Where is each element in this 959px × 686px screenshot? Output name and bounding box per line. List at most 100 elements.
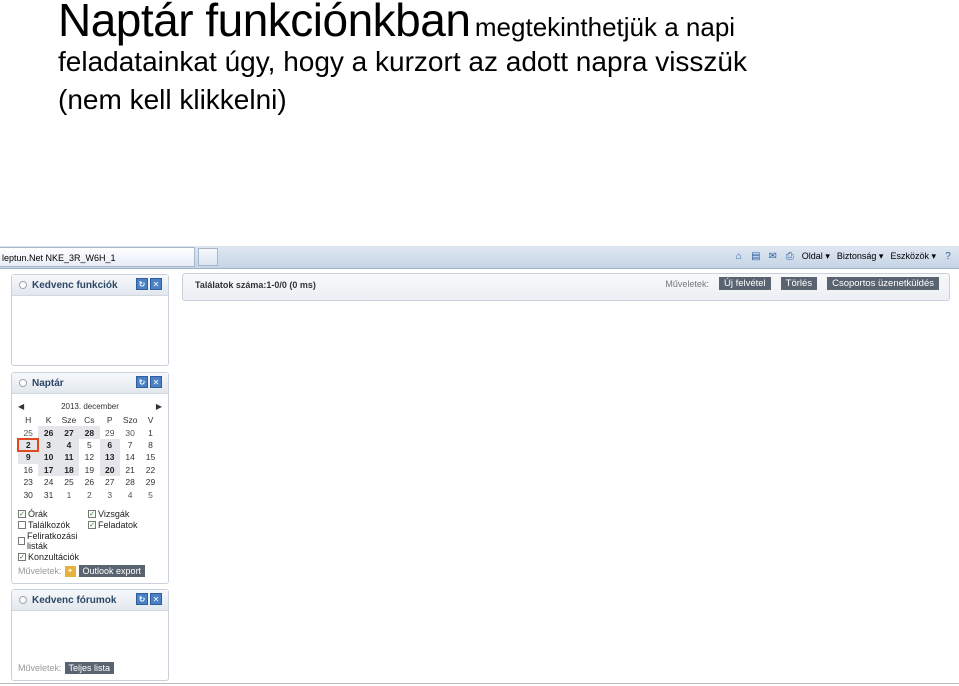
print-icon[interactable]: ⎙ bbox=[783, 249, 797, 263]
calendar-panel: Naptár ↻ ✕ ◀ 2013. december ▶ H K Sze Cs P Sz… bbox=[11, 372, 169, 584]
calendar-day[interactable]: 19 bbox=[79, 464, 99, 476]
calendar-grid: H K Sze Cs P Szo V 25 26 27 28 29 30 1 2 3 4 5 6 7 8 9 10 11 12 1… bbox=[16, 414, 161, 501]
title-big: Naptár funkciónkban bbox=[58, 0, 471, 46]
calendar-day[interactable]: 18 bbox=[58, 463, 80, 476]
calendar-day[interactable]: 4 bbox=[58, 438, 80, 452]
weekday-header: V bbox=[147, 415, 154, 426]
calendar-day[interactable]: 8 bbox=[140, 439, 160, 451]
filter-checkbox[interactable]: ✓ Órák bbox=[18, 509, 88, 519]
forums-panel-title: Kedvenc fórumok bbox=[32, 594, 117, 606]
calendar-day[interactable]: 3 bbox=[100, 488, 120, 500]
close-icon[interactable]: ✕ bbox=[150, 376, 162, 388]
checkbox-checked-icon[interactable]: ✓ bbox=[88, 520, 96, 529]
calendar-day[interactable]: 3 bbox=[38, 438, 59, 452]
calendar-day[interactable]: 25 bbox=[18, 426, 38, 438]
ops-label: Műveletek: bbox=[18, 566, 62, 576]
filter-label: Vizsgák bbox=[98, 508, 130, 519]
full-list-button[interactable]: Teljes lista bbox=[64, 662, 115, 674]
calendar-day[interactable]: 21 bbox=[120, 464, 140, 476]
menu-security[interactable]: Biztonság ▾ bbox=[835, 251, 886, 262]
help-icon[interactable]: ? bbox=[941, 249, 955, 263]
calendar-panel-title: Naptár bbox=[32, 377, 64, 389]
calendar-day[interactable]: 7 bbox=[120, 439, 140, 451]
calendar-day[interactable]: 30 bbox=[120, 426, 140, 438]
calendar-day[interactable]: 27 bbox=[58, 426, 80, 439]
refresh-icon[interactable]: ↻ bbox=[136, 593, 148, 605]
favorites-panel-header: Kedvenc funkciók ↻ ✕ bbox=[12, 275, 168, 296]
title-small: megtekinthetjük a napi bbox=[474, 12, 736, 42]
browser-tab[interactable]: leptun.Net NKE_3R_W6H_1 bbox=[0, 247, 195, 267]
divider bbox=[0, 683, 959, 684]
title-line-2: feladatainkat úgy, hogy a kurzort az ado… bbox=[58, 46, 747, 77]
calendar-day[interactable]: 26 bbox=[38, 426, 59, 439]
calendar-day[interactable]: 16 bbox=[18, 464, 38, 476]
checkbox-checked-icon[interactable]: ✓ bbox=[88, 509, 96, 518]
filter-checkbox[interactable]: Találkozók bbox=[18, 520, 88, 530]
filter-checkbox[interactable]: Feliratkozási listák bbox=[18, 531, 88, 551]
calendar-day[interactable]: 11 bbox=[58, 451, 80, 464]
calendar-day[interactable]: 29 bbox=[100, 426, 120, 438]
calendar-day[interactable]: 4 bbox=[120, 488, 140, 500]
calendar-day[interactable]: 15 bbox=[140, 451, 160, 463]
calendar-day[interactable]: 5 bbox=[79, 439, 99, 451]
refresh-icon[interactable]: ↻ bbox=[136, 278, 148, 290]
prev-month-icon[interactable]: ◀ bbox=[18, 402, 24, 411]
calendar-day[interactable]: 13 bbox=[99, 451, 120, 464]
menu-tools[interactable]: Eszközök ▾ bbox=[888, 251, 938, 262]
calendar-day[interactable]: 6 bbox=[99, 438, 120, 452]
filter-label: Találkozók bbox=[28, 519, 71, 530]
delete-button[interactable]: Törlés bbox=[780, 277, 818, 290]
calendar-day[interactable]: 28 bbox=[79, 426, 100, 439]
home-icon[interactable]: ⌂ bbox=[732, 249, 746, 263]
calendar-day-highlighted[interactable]: 2 bbox=[16, 437, 40, 453]
calendar-day[interactable]: 2 bbox=[79, 488, 99, 500]
checkbox-empty-icon[interactable] bbox=[18, 536, 25, 545]
checkbox-empty-icon[interactable] bbox=[18, 520, 26, 529]
feed-icon[interactable]: ▤ bbox=[749, 249, 763, 263]
outlook-export-button[interactable]: Outlook export bbox=[78, 565, 146, 577]
calendar-day[interactable]: 5 bbox=[140, 488, 160, 500]
refresh-icon[interactable]: ↻ bbox=[136, 376, 148, 388]
new-record-button[interactable]: Új felvétel bbox=[718, 277, 771, 290]
next-month-icon[interactable]: ▶ bbox=[156, 402, 162, 411]
close-icon[interactable]: ✕ bbox=[150, 278, 162, 290]
calendar-day[interactable]: 10 bbox=[38, 451, 59, 464]
calendar-day[interactable]: 28 bbox=[120, 476, 140, 488]
results-count: Találatok száma:1-0/0 (0 ms) bbox=[195, 280, 316, 290]
calendar-panel-header: Naptár ↻ ✕ bbox=[12, 373, 168, 394]
calendar-day[interactable]: 25 bbox=[59, 476, 79, 488]
filter-checkbox bbox=[88, 531, 168, 551]
calendar-day[interactable]: 24 bbox=[38, 476, 58, 488]
panel-bullet-icon bbox=[19, 379, 27, 387]
calendar-day[interactable]: 17 bbox=[38, 463, 59, 476]
calendar-day[interactable]: 26 bbox=[79, 476, 99, 488]
checkbox-checked-icon[interactable]: ✓ bbox=[18, 509, 26, 518]
weekday-header: Sze bbox=[61, 415, 77, 426]
calendar-day[interactable]: 23 bbox=[18, 476, 38, 488]
mail-icon[interactable]: ✉ bbox=[766, 249, 780, 263]
calendar-day[interactable]: 1 bbox=[140, 426, 160, 438]
calendar-day[interactable]: 27 bbox=[100, 476, 120, 488]
calendar-day[interactable]: 14 bbox=[120, 451, 140, 463]
calendar-day[interactable]: 12 bbox=[79, 451, 99, 463]
forums-panel-header: Kedvenc fórumok ↻ ✕ bbox=[12, 590, 168, 611]
filter-checkbox[interactable]: ✓ Feladatok bbox=[88, 520, 168, 530]
checkbox-checked-icon[interactable]: ✓ bbox=[18, 552, 26, 561]
new-tab-button[interactable] bbox=[198, 248, 218, 266]
calendar-day[interactable]: 9 bbox=[18, 451, 39, 464]
menu-page[interactable]: Oldal ▾ bbox=[800, 251, 832, 262]
filter-checkbox[interactable]: ✓ Vizsgák bbox=[88, 509, 168, 519]
calendar-filters: ✓ Órák ✓ Vizsgák Találkozók ✓ Feladatok Felirat… bbox=[18, 509, 168, 562]
calendar-day[interactable]: 30 bbox=[18, 488, 38, 500]
calendar-day[interactable]: 22 bbox=[140, 464, 160, 476]
calendar-day[interactable]: 31 bbox=[38, 488, 58, 500]
favorites-panel: Kedvenc funkciók ↻ ✕ bbox=[11, 274, 169, 366]
calendar-day[interactable]: 29 bbox=[140, 476, 160, 488]
group-message-button[interactable]: Csoportos üzenetküldés bbox=[827, 277, 939, 290]
calendar-day[interactable]: 20 bbox=[99, 463, 120, 476]
outlook-icon[interactable]: ✦ bbox=[64, 565, 76, 577]
filter-label: Konzultációk bbox=[28, 551, 80, 562]
calendar-day[interactable]: 1 bbox=[59, 488, 79, 500]
close-icon[interactable]: ✕ bbox=[150, 593, 162, 605]
filter-checkbox[interactable]: ✓ Konzultációk bbox=[18, 552, 88, 562]
